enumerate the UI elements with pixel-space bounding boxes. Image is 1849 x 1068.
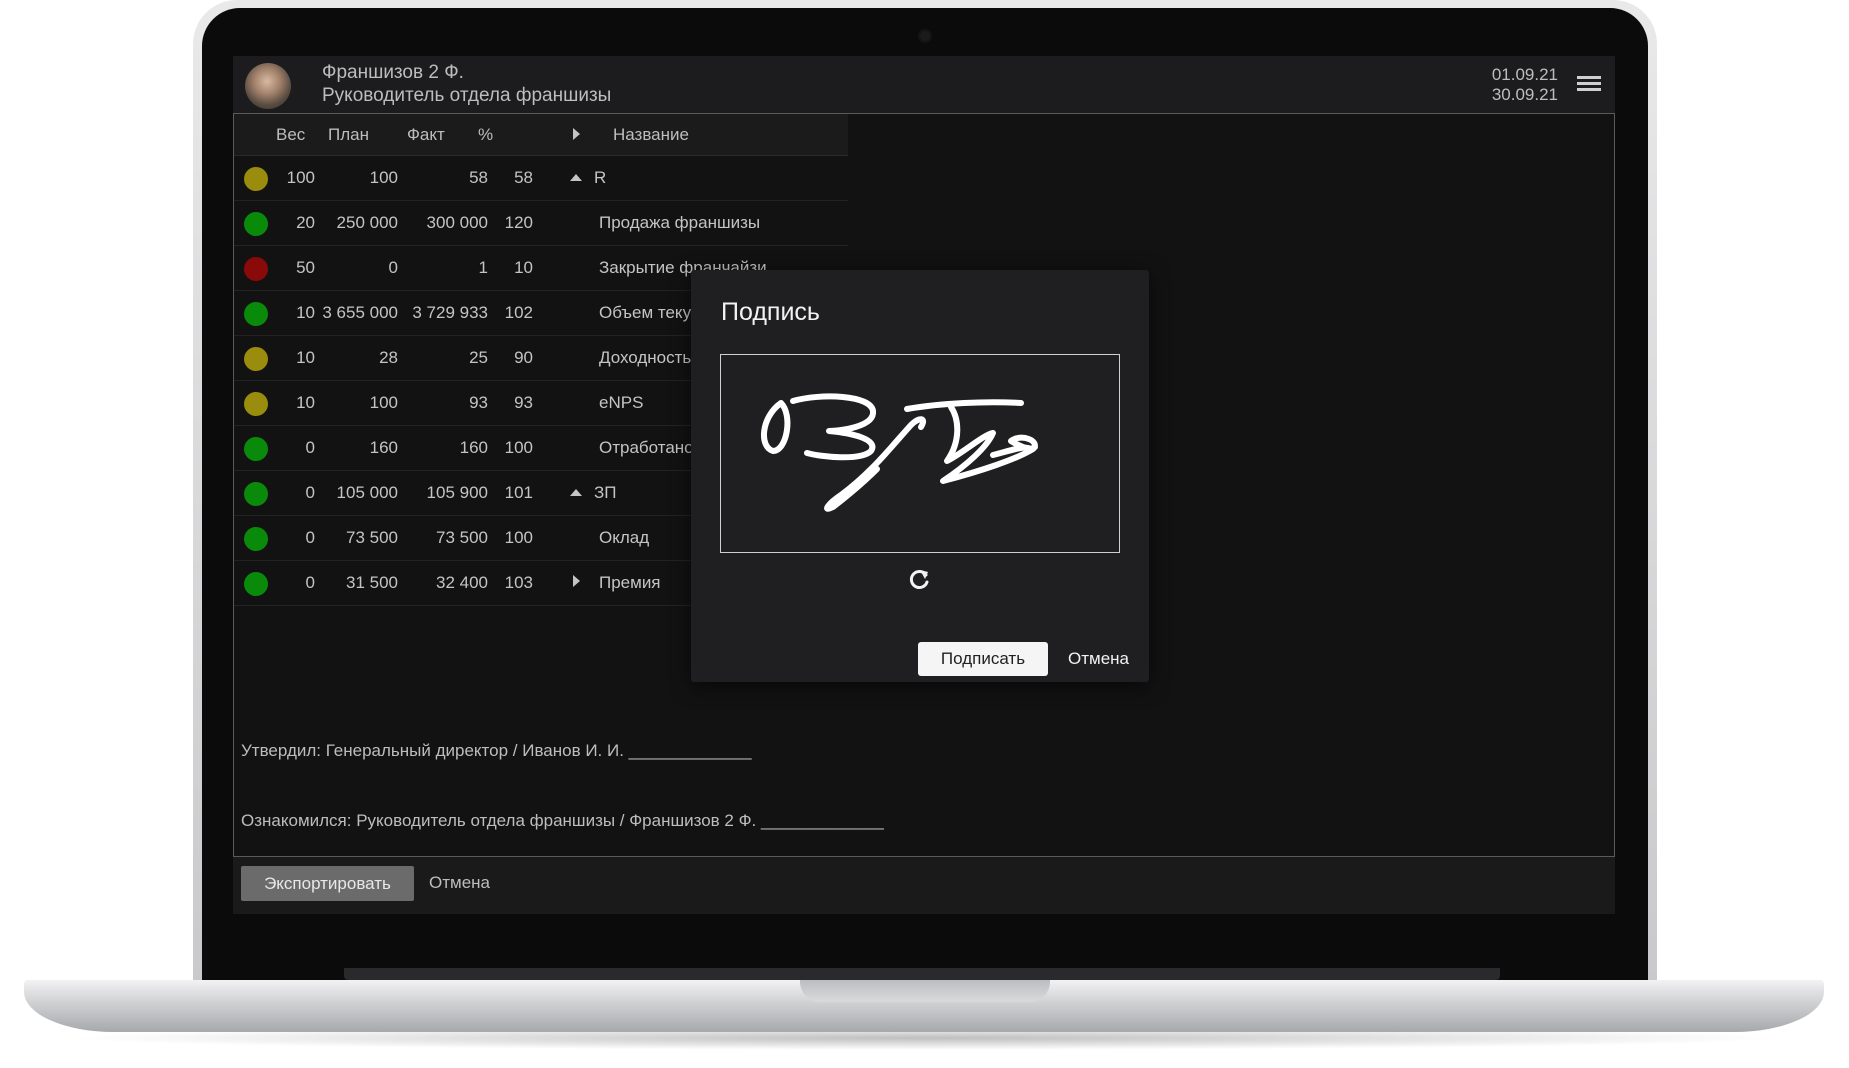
percent-cell: 120 — [504, 213, 533, 232]
name-cell: Премия — [599, 573, 661, 592]
collapse-arrow-icon[interactable] — [570, 489, 582, 496]
name-cell: Продажа франшизы — [599, 213, 761, 232]
export-button[interactable]: Экспортировать — [241, 866, 414, 901]
header-fact[interactable]: Факт — [407, 125, 445, 145]
weight-cell: 10 — [296, 303, 315, 322]
plan-cell: 100 — [369, 393, 398, 412]
name-cell: ЗП — [594, 483, 617, 502]
hamburger-menu-icon[interactable] — [1577, 76, 1601, 92]
percent-cell: 93 — [514, 393, 533, 412]
weight-cell: 0 — [305, 528, 315, 547]
header-percent[interactable]: % — [478, 125, 493, 145]
weight-cell: 50 — [296, 258, 315, 277]
plan-cell: 28 — [379, 348, 398, 367]
status-indicator — [244, 257, 268, 281]
weight-cell: 10 — [296, 393, 315, 412]
laptop-hinge — [344, 968, 1500, 980]
name-cell: Оклад — [599, 528, 650, 547]
camera-icon — [920, 31, 930, 41]
status-indicator — [244, 302, 268, 326]
user-role: Руководитель отдела франшизы — [322, 85, 612, 106]
plan-cell: 105 000 — [336, 483, 398, 502]
fact-cell: 32 400 — [436, 573, 488, 592]
avatar[interactable] — [245, 63, 291, 109]
name-cell: eNPS — [599, 393, 644, 412]
status-indicator — [244, 392, 268, 416]
user-name: Франшизов 2 Ф. — [322, 62, 464, 83]
status-indicator — [244, 572, 268, 596]
status-indicator — [244, 527, 268, 551]
percent-cell: 103 — [504, 573, 533, 592]
table-header: Вес План Факт % Название — [234, 114, 848, 156]
weight-cell: 10 — [296, 348, 315, 367]
fact-cell: 3 729 933 — [412, 303, 488, 322]
fact-cell: 58 — [469, 168, 488, 187]
footer-cancel-button[interactable]: Отмена — [429, 873, 490, 893]
plan-cell: 100 — [369, 168, 398, 187]
percent-cell: 100 — [504, 438, 533, 457]
sign-button[interactable]: Подписать — [918, 642, 1048, 676]
dialog-cancel-button[interactable]: Отмена — [1068, 649, 1129, 669]
weight-cell: 0 — [305, 573, 315, 592]
name-cell: Доходность — [599, 348, 692, 367]
name-cell: R — [594, 168, 607, 187]
table-row[interactable]: 20 250 000 300 000 120 Продажа франшизы — [234, 201, 848, 246]
header-plan[interactable]: План — [328, 125, 369, 145]
status-indicator — [244, 482, 268, 506]
percent-cell: 102 — [504, 303, 533, 322]
fact-cell: 1 — [478, 258, 488, 277]
signature-pad[interactable] — [720, 354, 1120, 553]
signature-stroke — [760, 393, 1038, 512]
header-name[interactable]: Название — [613, 125, 689, 145]
fact-cell: 25 — [469, 348, 488, 367]
approval-line: Утвердил: Генеральный директор / Иванов … — [241, 741, 752, 760]
plan-cell: 73 500 — [346, 528, 398, 547]
fact-cell: 105 900 — [426, 483, 488, 502]
refresh-icon[interactable] — [906, 567, 932, 593]
fact-cell: 73 500 — [436, 528, 488, 547]
date-from: 01.09.21 — [1491, 65, 1558, 84]
fact-cell: 93 — [469, 393, 488, 412]
date-to: 30.09.21 — [1491, 85, 1558, 104]
plan-cell: 250 000 — [336, 213, 398, 232]
table-row[interactable]: 100 100 58 58 R — [234, 156, 848, 201]
status-indicator — [244, 347, 268, 371]
header-weight[interactable]: Вес — [276, 125, 305, 145]
status-indicator — [244, 212, 268, 236]
expand-arrow-icon[interactable] — [573, 575, 580, 587]
weight-cell: 20 — [296, 213, 315, 232]
dialog-title: Подпись — [721, 298, 820, 326]
fact-cell: 160 — [459, 438, 488, 457]
weight-cell: 100 — [286, 168, 315, 187]
plan-cell: 0 — [388, 258, 398, 277]
percent-cell: 101 — [504, 483, 533, 502]
status-indicator — [244, 437, 268, 461]
footer-bar: Экспортировать Отмена — [233, 857, 1615, 914]
percent-cell: 90 — [514, 348, 533, 367]
fact-cell: 300 000 — [426, 213, 488, 232]
percent-cell: 58 — [514, 168, 533, 187]
name-cell: Отработано — [599, 438, 694, 457]
percent-cell: 10 — [514, 258, 533, 277]
plan-cell: 3 655 000 — [322, 303, 398, 322]
acknowledgement-line: Ознакомился: Руководитель отдела франшиз… — [241, 811, 884, 830]
weight-cell: 0 — [305, 483, 315, 502]
weight-cell: 0 — [305, 438, 315, 457]
percent-cell: 100 — [504, 528, 533, 547]
plan-cell: 31 500 — [346, 573, 398, 592]
signature-dialog: Подпись Подписать Отмена — [691, 270, 1149, 682]
collapse-arrow-icon[interactable] — [570, 174, 582, 181]
laptop-notch — [800, 980, 1050, 1002]
app-screen: Франшизов 2 Ф. Руководитель отдела франш… — [233, 56, 1615, 914]
expand-all-arrow-icon[interactable] — [573, 128, 580, 140]
status-indicator — [244, 167, 268, 191]
plan-cell: 160 — [369, 438, 398, 457]
top-bar: Франшизов 2 Ф. Руководитель отдела франш… — [233, 56, 1615, 114]
